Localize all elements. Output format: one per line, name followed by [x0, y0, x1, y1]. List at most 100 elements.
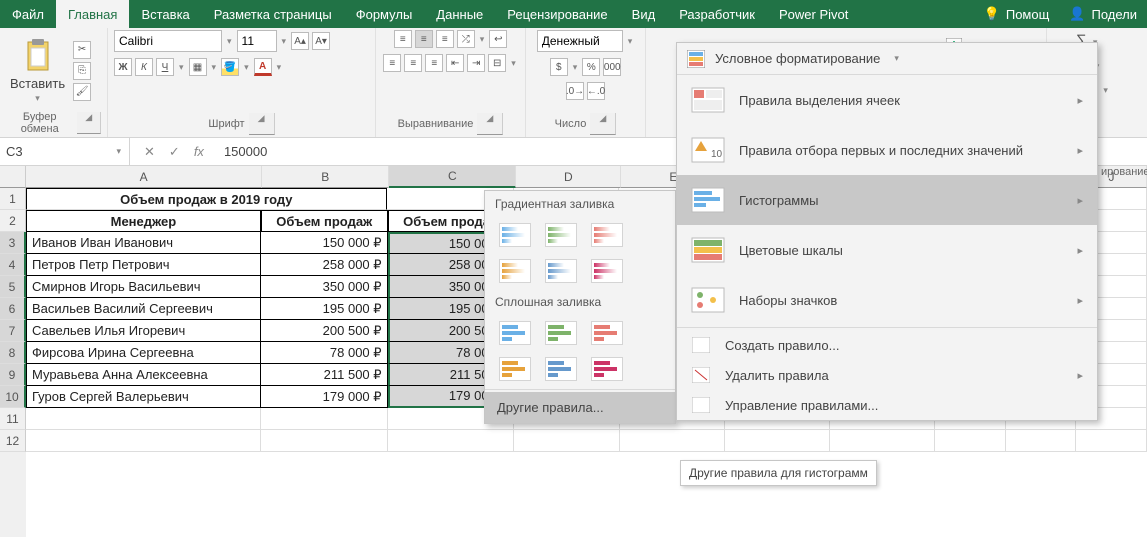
cell[interactable] [26, 408, 261, 430]
cell-name[interactable]: Иванов Иван Иванович [26, 232, 261, 254]
dialog-launcher-icon[interactable]: ◢ [249, 113, 275, 135]
cell-name[interactable]: Муравьева Анна Алексеевна [26, 364, 261, 386]
header-manager[interactable]: Менеджер [26, 210, 261, 232]
databar-gradient-lightblue[interactable] [545, 259, 577, 283]
cell-name[interactable]: Гуров Сергей Валерьевич [26, 386, 261, 408]
chevron-down-icon[interactable]: ▾ [114, 146, 123, 157]
databar-solid-red[interactable] [591, 321, 623, 345]
dialog-launcher-icon[interactable]: ◢ [77, 112, 101, 134]
paste-button[interactable]: Вставить▾ [6, 34, 69, 108]
databar-solid-blue[interactable] [499, 321, 531, 345]
column-header-B[interactable]: B [262, 166, 389, 188]
row-header-2[interactable]: 2 [0, 210, 26, 232]
row-header-11[interactable]: 11 [0, 408, 26, 430]
tab-powerpivot[interactable]: Power Pivot [767, 0, 860, 28]
decrease-decimal-button[interactable]: ←.0 [587, 82, 605, 100]
databar-solid-orange[interactable] [499, 357, 531, 381]
accounting-button[interactable]: $ [550, 58, 568, 76]
align-middle-button[interactable]: ≡ [415, 30, 433, 48]
help-button[interactable]: 💡Помощ [974, 0, 1060, 28]
header-sales[interactable]: Объем продаж [261, 210, 388, 232]
title-cell[interactable]: Объем продаж в 2019 году [26, 188, 387, 210]
orientation-button[interactable]: ⤮ [457, 30, 475, 48]
percent-button[interactable]: % [582, 58, 600, 76]
font-size-select[interactable] [237, 30, 277, 52]
cell-name[interactable]: Васильев Василий Сергеевич [26, 298, 261, 320]
name-box[interactable]: C3▾ [0, 138, 130, 165]
cell[interactable] [1076, 430, 1147, 452]
databar-gradient-orange[interactable] [499, 259, 531, 283]
increase-font-button[interactable]: A▴ [291, 32, 309, 50]
number-format-select[interactable] [537, 30, 623, 52]
chevron-down-icon[interactable]: ▾ [225, 36, 234, 47]
borders-button[interactable]: ▦ [189, 58, 207, 76]
dialog-launcher-icon[interactable]: ◢ [477, 113, 503, 135]
tab-page-layout[interactable]: Разметка страницы [202, 0, 344, 28]
cell[interactable] [388, 430, 515, 452]
align-bottom-button[interactable]: ≡ [436, 30, 454, 48]
column-header-D[interactable]: D [516, 166, 621, 188]
cf-data-bars[interactable]: Гистограммы▸ [677, 175, 1097, 225]
align-center-button[interactable]: ≡ [404, 54, 422, 72]
row-header-1[interactable]: 1 [0, 188, 26, 210]
conditional-formatting-button[interactable]: Условное форматирование▾ [677, 43, 1097, 75]
cell[interactable] [26, 430, 261, 452]
cell[interactable] [261, 430, 388, 452]
cf-highlight-rules[interactable]: Правила выделения ячеек▸ [677, 75, 1097, 125]
dialog-launcher-icon[interactable]: ◢ [590, 113, 616, 135]
tab-formulas[interactable]: Формулы [344, 0, 425, 28]
italic-button[interactable]: К [135, 58, 153, 76]
cf-new-rule[interactable]: Создать правило... [677, 330, 1097, 360]
share-button[interactable]: 👤Подели [1059, 0, 1147, 28]
cell-value[interactable]: 200 500 ₽ [261, 320, 388, 342]
row-header-10[interactable]: 10 [0, 386, 26, 408]
decrease-font-button[interactable]: A▾ [312, 32, 330, 50]
tab-view[interactable]: Вид [620, 0, 668, 28]
tab-insert[interactable]: Вставка [129, 0, 201, 28]
increase-indent-button[interactable]: ⇥ [467, 54, 485, 72]
fill-color-button[interactable]: 🪣 [221, 58, 239, 76]
row-header-5[interactable]: 5 [0, 276, 26, 298]
cf-icon-sets[interactable]: Наборы значков▸ [677, 275, 1097, 325]
tab-file[interactable]: Файл [0, 0, 56, 28]
tab-home[interactable]: Главная [56, 0, 129, 28]
row-header-9[interactable]: 9 [0, 364, 26, 386]
chevron-down-icon[interactable]: ▾ [280, 36, 289, 47]
cell-value[interactable]: 150 000 ₽ [261, 232, 388, 254]
tab-review[interactable]: Рецензирование [495, 0, 619, 28]
cell[interactable] [514, 430, 619, 452]
cell-value[interactable]: 78 000 ₽ [261, 342, 388, 364]
databar-solid-green[interactable] [545, 321, 577, 345]
databar-more-rules[interactable]: Другие правила... [485, 392, 675, 423]
cut-button[interactable]: ✂ [73, 41, 91, 59]
cf-top-bottom-rules[interactable]: 10 Правила отбора первых и последних зна… [677, 125, 1097, 175]
row-header-12[interactable]: 12 [0, 430, 26, 452]
cf-color-scales[interactable]: Цветовые шкалы▸ [677, 225, 1097, 275]
databar-gradient-red[interactable] [591, 223, 623, 247]
cell-value[interactable]: 350 000 ₽ [261, 276, 388, 298]
cf-clear-rules[interactable]: Удалить правила▸ [677, 360, 1097, 390]
align-top-button[interactable]: ≡ [394, 30, 412, 48]
row-header-3[interactable]: 3 [0, 232, 26, 254]
column-header-C[interactable]: C [389, 166, 516, 188]
enter-formula-button[interactable]: ✓ [169, 144, 180, 160]
cell[interactable] [620, 430, 725, 452]
row-header-6[interactable]: 6 [0, 298, 26, 320]
cf-manage-rules[interactable]: Управление правилами... [677, 390, 1097, 420]
format-painter-button[interactable]: 🖌 [73, 83, 91, 101]
row-header-4[interactable]: 4 [0, 254, 26, 276]
cell[interactable] [830, 430, 935, 452]
databar-gradient-blue[interactable] [499, 223, 531, 247]
databar-solid-purple[interactable] [591, 357, 623, 381]
cell[interactable] [261, 408, 388, 430]
chevron-down-icon[interactable]: ▾ [626, 36, 635, 47]
cell-value[interactable]: 179 000 ₽ [261, 386, 388, 408]
merge-button[interactable]: ⊟ [488, 54, 506, 72]
column-header-A[interactable]: A [26, 166, 262, 188]
underline-button[interactable]: Ч [156, 58, 174, 76]
copy-button[interactable]: ⎘ [73, 62, 91, 80]
cell-name[interactable]: Смирнов Игорь Васильевич [26, 276, 261, 298]
tab-data[interactable]: Данные [424, 0, 495, 28]
cell-name[interactable]: Петров Петр Петрович [26, 254, 261, 276]
cell[interactable] [935, 430, 1006, 452]
